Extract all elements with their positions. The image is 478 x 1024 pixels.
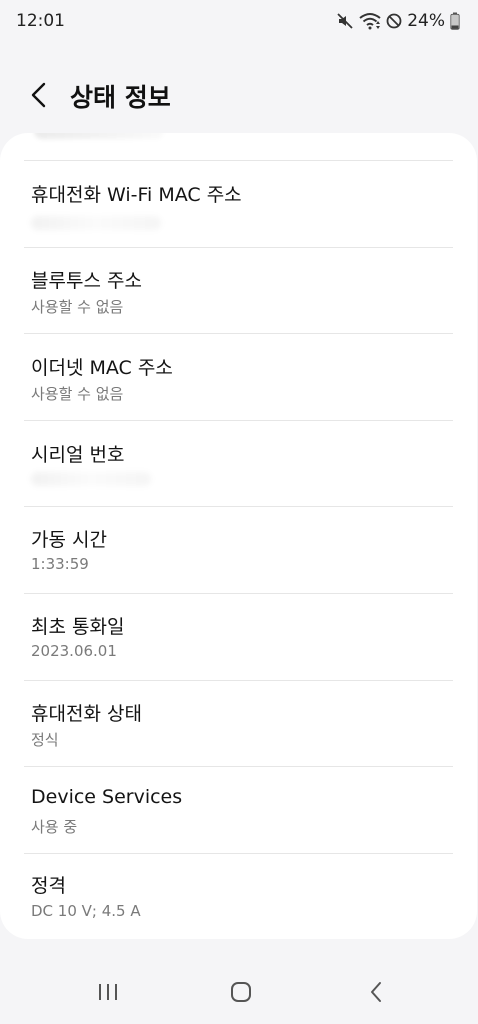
divider <box>24 420 453 421</box>
list-item-title: 시리얼 번호 <box>31 444 125 466</box>
list-item-device-services[interactable]: Device Services 사용 중 <box>0 766 477 853</box>
info-list-card: 휴대전화 Wi-Fi MAC 주소 블루투스 주소 사용할 수 없음 이더넷 M… <box>0 133 477 939</box>
list-item-subtitle: 정식 <box>31 731 59 749</box>
list-item-wifi-mac[interactable]: 휴대전화 Wi-Fi MAC 주소 <box>0 160 477 247</box>
partial-list-item <box>0 133 477 160</box>
status-bar: 12:01 24% <box>0 0 478 40</box>
list-item-ethernet-mac[interactable]: 이더넷 MAC 주소 사용할 수 없음 <box>0 333 477 420</box>
list-item-title: 블루투스 주소 <box>31 270 142 292</box>
list-item-title: 이더넷 MAC 주소 <box>31 357 173 379</box>
list-item-phone-status[interactable]: 휴대전화 상태 정식 <box>0 680 477 767</box>
redacted-value <box>31 472 151 486</box>
list-item-subtitle: 사용할 수 없음 <box>31 298 124 316</box>
status-icons: 24% <box>336 10 460 32</box>
divider <box>24 593 453 594</box>
wifi-icon <box>359 12 381 30</box>
list-item-subtitle: 1:33:59 <box>31 555 89 573</box>
divider <box>24 766 453 767</box>
list-item-subtitle: DC 10 V; 4.5 A <box>31 902 141 920</box>
list-item-title: Device Services <box>31 786 183 808</box>
recent-apps-icon <box>99 984 117 1000</box>
battery-percent: 24% <box>407 11 445 31</box>
navigation-bar <box>0 960 478 1024</box>
list-item-subtitle: 사용할 수 없음 <box>31 385 124 403</box>
list-item-uptime[interactable]: 가동 시간 1:33:59 <box>0 506 477 593</box>
list-item-subtitle: 사용 중 <box>31 818 78 836</box>
list-item-rating[interactable]: 정격 DC 10 V; 4.5 A <box>0 853 477 939</box>
chevron-left-icon <box>31 82 46 108</box>
recent-apps-button[interactable] <box>88 976 128 1008</box>
list-item-title: 휴대전화 Wi-Fi MAC 주소 <box>31 184 242 206</box>
redacted-value <box>31 216 161 230</box>
list-item-bluetooth[interactable]: 블루투스 주소 사용할 수 없음 <box>0 247 477 334</box>
app-header: 상태 정보 <box>0 60 478 126</box>
battery-icon <box>450 12 460 30</box>
do-not-disturb-icon <box>386 13 402 29</box>
divider <box>24 506 453 507</box>
redacted-value <box>34 133 164 139</box>
divider <box>24 333 453 334</box>
page-title: 상태 정보 <box>70 83 171 112</box>
list-item-title: 정격 <box>31 875 66 897</box>
list-item-first-call-date[interactable]: 최초 통화일 2023.06.01 <box>0 593 477 680</box>
list-item-subtitle: 2023.06.01 <box>31 642 117 660</box>
list-item-serial-number[interactable]: 시리얼 번호 <box>0 420 477 507</box>
list-item-title: 최초 통화일 <box>31 616 125 638</box>
divider <box>24 680 453 681</box>
home-button[interactable] <box>221 976 261 1008</box>
home-icon <box>231 982 251 1002</box>
nav-back-button[interactable] <box>356 976 396 1008</box>
divider <box>24 853 453 854</box>
divider <box>24 160 453 161</box>
divider <box>24 247 453 248</box>
list-item-title: 휴대전화 상태 <box>31 703 142 725</box>
status-time: 12:01 <box>16 11 65 31</box>
list-item-title: 가동 시간 <box>31 529 107 551</box>
back-button[interactable] <box>22 78 56 112</box>
mute-icon <box>336 12 354 30</box>
back-icon <box>371 982 381 1002</box>
